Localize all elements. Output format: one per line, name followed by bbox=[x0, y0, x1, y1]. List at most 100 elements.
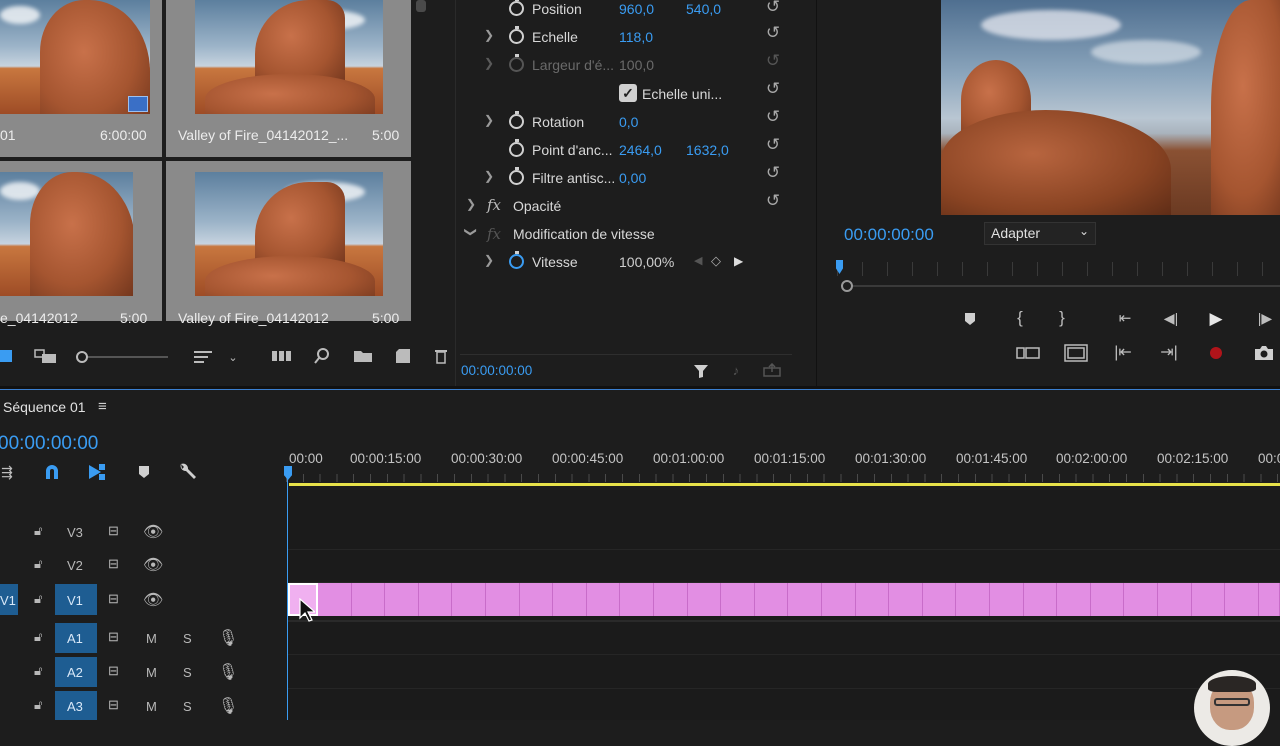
clip[interactable] bbox=[990, 583, 1024, 616]
freeform-view-icon[interactable] bbox=[34, 348, 58, 364]
stopwatch-icon[interactable] bbox=[509, 26, 524, 44]
record-icon[interactable] bbox=[1210, 347, 1222, 359]
clip[interactable] bbox=[654, 583, 688, 616]
clip[interactable] bbox=[788, 583, 822, 616]
microphone-icon[interactable]: 🎙︎ bbox=[218, 662, 238, 682]
chevron-right-icon[interactable]: ❯ bbox=[484, 169, 494, 183]
clip[interactable] bbox=[687, 583, 722, 616]
clip[interactable] bbox=[1090, 583, 1125, 616]
clip[interactable] bbox=[822, 583, 856, 616]
reset-icon[interactable]: ↺ bbox=[763, 108, 783, 126]
microphone-icon[interactable]: 🎙︎ bbox=[218, 628, 238, 648]
fit-dropdown[interactable]: Adapter ⌄ bbox=[984, 222, 1096, 245]
sort-icon[interactable] bbox=[192, 348, 214, 366]
stopwatch-icon[interactable] bbox=[509, 167, 524, 185]
position-x-value[interactable]: 960,0 bbox=[619, 1, 654, 17]
reset-icon[interactable]: ↺ bbox=[763, 164, 783, 182]
track-name[interactable]: V2 bbox=[67, 558, 83, 573]
mark-in-icon[interactable]: { bbox=[1011, 308, 1029, 328]
uniform-scale-checkbox[interactable]: ✓ bbox=[619, 84, 637, 102]
program-timecode[interactable]: 00:00:00:00 bbox=[844, 225, 934, 245]
new-item-icon[interactable] bbox=[394, 347, 412, 365]
reset-icon[interactable]: ↺ bbox=[763, 136, 783, 154]
clip[interactable] bbox=[553, 583, 587, 616]
wrench-icon[interactable] bbox=[176, 461, 198, 483]
sync-lock-icon[interactable]: ⊟ bbox=[108, 556, 119, 572]
sync-lock-icon[interactable]: ⊟ bbox=[108, 663, 119, 679]
clip[interactable] bbox=[1225, 583, 1259, 616]
lock-icon[interactable]: 🔓︎ bbox=[34, 591, 42, 607]
clip[interactable] bbox=[452, 583, 486, 616]
project-item[interactable]: Valley of Fire_04142012 5:00 bbox=[166, 161, 411, 326]
tab-menu-icon[interactable]: ≡ bbox=[98, 398, 107, 415]
eye-icon[interactable]: 👁︎ bbox=[143, 522, 163, 542]
search-icon[interactable] bbox=[312, 346, 332, 366]
go-to-out-icon[interactable]: |⇤ bbox=[1111, 342, 1135, 362]
microphone-icon[interactable]: 🎙︎ bbox=[218, 696, 238, 716]
project-item[interactable]: Valley of Fire_04142012_... 5:00 bbox=[166, 0, 411, 157]
comparison-view-icon[interactable] bbox=[1015, 344, 1041, 362]
anchor-y-value[interactable]: 1632,0 bbox=[686, 142, 729, 158]
lock-icon[interactable]: 🔓︎ bbox=[34, 629, 42, 645]
antiflicker-value[interactable]: 0,00 bbox=[619, 170, 646, 186]
program-ruler[interactable] bbox=[837, 262, 1280, 276]
reset-icon[interactable]: ↺ bbox=[763, 192, 783, 210]
clip[interactable] bbox=[586, 583, 621, 616]
clip[interactable] bbox=[1191, 583, 1226, 616]
anchor-x-value[interactable]: 2464,0 bbox=[619, 142, 662, 158]
filter-icon[interactable] bbox=[692, 362, 710, 380]
chevron-right-icon[interactable]: ❯ bbox=[484, 28, 494, 42]
reset-icon[interactable]: ↺ bbox=[763, 24, 783, 42]
work-area-bar[interactable] bbox=[289, 483, 1280, 486]
linked-selection-icon[interactable] bbox=[86, 462, 108, 482]
position-y-value[interactable]: 540,0 bbox=[686, 1, 721, 17]
clip[interactable] bbox=[922, 583, 957, 616]
lock-icon[interactable]: 🔓︎ bbox=[34, 663, 42, 679]
project-item[interactable]: 01 6:00:00 bbox=[0, 0, 162, 157]
chevron-right-icon[interactable]: ❯ bbox=[484, 56, 494, 70]
clip[interactable] bbox=[1158, 583, 1192, 616]
lock-icon[interactable]: 🔓︎ bbox=[34, 556, 42, 572]
clip[interactable] bbox=[889, 583, 923, 616]
clip[interactable] bbox=[318, 583, 352, 616]
solo-button[interactable]: S bbox=[183, 665, 192, 680]
clip[interactable] bbox=[351, 583, 386, 616]
zoom-slider[interactable] bbox=[76, 350, 168, 364]
automate-to-sequence-icon[interactable] bbox=[270, 348, 294, 364]
clip[interactable] bbox=[519, 583, 554, 616]
clip[interactable] bbox=[855, 583, 890, 616]
stopwatch-icon[interactable] bbox=[509, 0, 524, 16]
reset-icon[interactable]: ↺ bbox=[763, 0, 783, 16]
step-forward-icon[interactable]: |▶ bbox=[1253, 308, 1277, 328]
mute-button[interactable]: M bbox=[146, 665, 157, 680]
chevron-down-icon[interactable]: ⌄ bbox=[226, 348, 240, 366]
clip[interactable] bbox=[1124, 583, 1158, 616]
next-keyframe-icon[interactable]: ▶ bbox=[734, 254, 743, 268]
go-to-in-icon[interactable]: ⇤ bbox=[1113, 308, 1137, 328]
add-marker-icon[interactable] bbox=[136, 464, 152, 480]
clip[interactable] bbox=[956, 583, 990, 616]
chevron-right-icon[interactable]: ❯ bbox=[484, 113, 494, 127]
play-icon[interactable]: ▶ bbox=[1205, 308, 1227, 330]
step-back-icon[interactable]: ◀︎| bbox=[1159, 308, 1183, 328]
list-view-icon[interactable] bbox=[0, 350, 12, 362]
export-frame-icon[interactable] bbox=[1253, 344, 1275, 362]
new-bin-icon[interactable] bbox=[352, 348, 374, 364]
speed-value[interactable]: 100,00% bbox=[619, 254, 674, 270]
sync-lock-icon[interactable]: ⊟ bbox=[108, 697, 119, 713]
solo-button[interactable]: S bbox=[183, 631, 192, 646]
chevron-right-icon[interactable]: ❯ bbox=[484, 253, 494, 267]
stopwatch-icon[interactable] bbox=[509, 251, 524, 269]
safe-margins-icon[interactable] bbox=[1063, 343, 1089, 363]
reset-icon[interactable]: ↺ bbox=[763, 80, 783, 98]
go-to-next-edit-icon[interactable]: ⇥| bbox=[1157, 342, 1181, 362]
add-keyframe-icon[interactable]: ◇ bbox=[711, 253, 721, 269]
sync-lock-icon[interactable]: ⊟ bbox=[108, 629, 119, 645]
lock-icon[interactable]: 🔓︎ bbox=[34, 697, 42, 713]
zoom-scroll-bar[interactable] bbox=[841, 280, 1280, 292]
clip[interactable] bbox=[486, 583, 520, 616]
stopwatch-icon[interactable] bbox=[509, 111, 524, 129]
scale-value[interactable]: 118,0 bbox=[619, 29, 653, 45]
clip[interactable] bbox=[418, 583, 453, 616]
clip[interactable] bbox=[1057, 583, 1091, 616]
